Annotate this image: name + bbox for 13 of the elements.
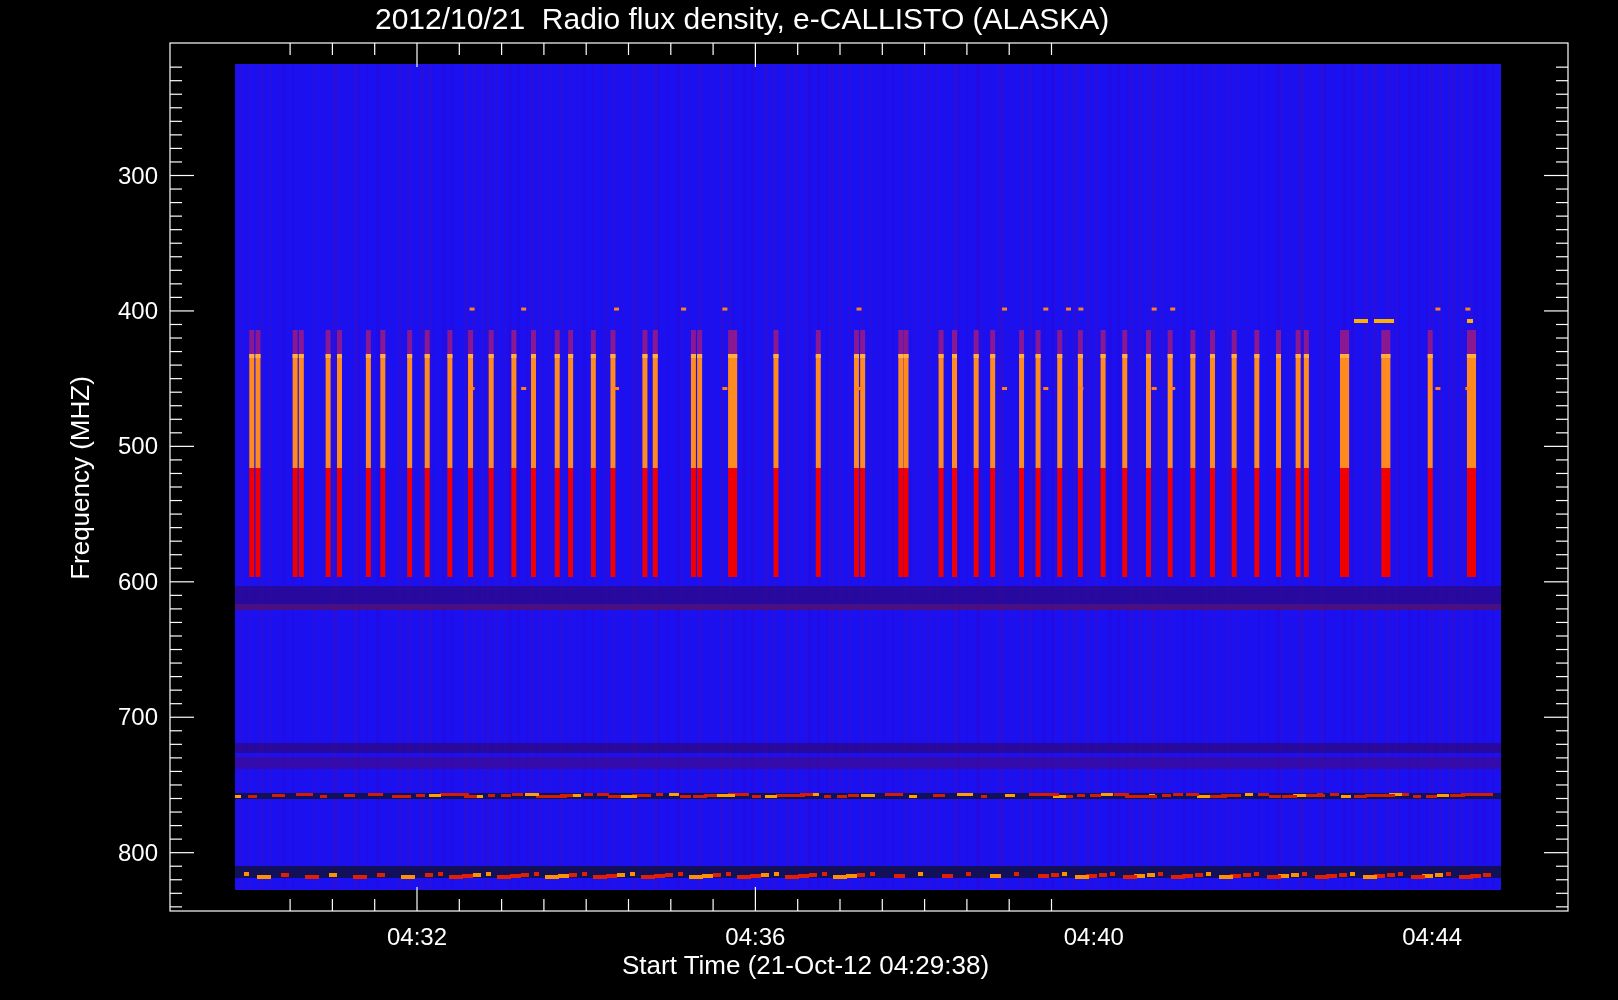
x-tick-label: 04:44 xyxy=(1401,925,1464,949)
y-tick-label: 300 xyxy=(116,163,158,188)
x-axis-title: Start Time (21-Oct-12 04:29:38) xyxy=(622,952,990,978)
chart-title: 2012/10/21 Radio flux density, e-CALLISTO (ALASKA) xyxy=(375,4,1110,34)
y-tick-label: 500 xyxy=(116,434,158,459)
x-tick-label: 04:36 xyxy=(724,925,787,949)
y-tick-label: 600 xyxy=(116,569,158,594)
y-axis-title: Frequency (MHZ) xyxy=(66,376,93,580)
x-tick-label: 04:40 xyxy=(1062,925,1125,949)
y-tick-label: 400 xyxy=(116,298,158,323)
y-tick-label: 700 xyxy=(116,705,158,730)
y-tick-label: 800 xyxy=(116,840,158,865)
x-tick-label: 04:32 xyxy=(385,925,449,949)
